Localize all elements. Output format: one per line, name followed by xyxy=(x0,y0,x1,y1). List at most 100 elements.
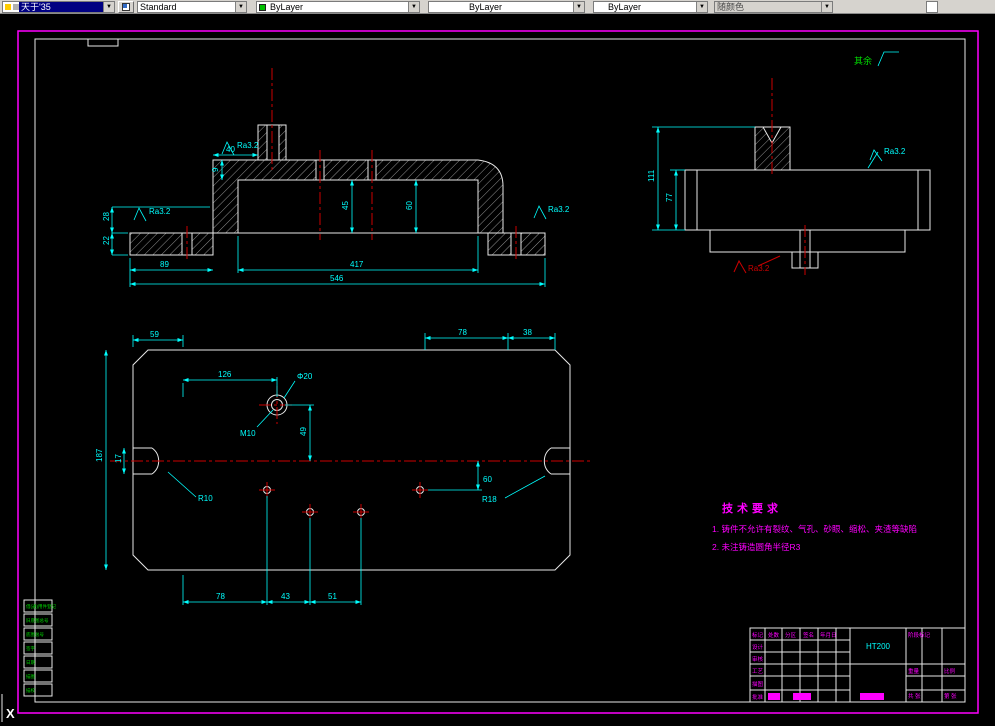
front-section-view: 417 546 89 22 28 40 9 45 60 Ra3.2 Ra3.2 … xyxy=(102,68,570,287)
cell-label: 共 张 xyxy=(908,692,921,700)
chevron-down-icon[interactable]: ▼ xyxy=(103,2,114,12)
plan-outline xyxy=(132,349,571,571)
linetype-dropdown[interactable]: ByLayer ▼ xyxy=(428,1,585,13)
dim-text: R18 xyxy=(482,495,497,504)
frame-label: 底图总号 xyxy=(26,631,44,638)
dim-text: M10 xyxy=(240,429,256,438)
cell-label: 标记 xyxy=(752,631,764,639)
linetype-value: ByLayer xyxy=(469,1,503,12)
cell-label: 重量 xyxy=(908,667,920,675)
dim-text: 111 xyxy=(647,169,656,182)
dim-text: 43 xyxy=(281,592,290,601)
plan-dimensions: 126 Φ20 M10 49 60 59 78 38 187 17 R10 R1… xyxy=(95,328,556,605)
frame-label: 借(通)用件登记 xyxy=(26,603,56,610)
cell-label: 处数 xyxy=(768,631,780,639)
roughness-text: Ra3.2 xyxy=(237,141,259,150)
lineweight-dropdown[interactable]: ByLayer ▼ xyxy=(593,1,708,13)
lineweight-value: ByLayer xyxy=(608,1,642,12)
dim-text: 77 xyxy=(665,193,674,202)
dim-text: 78 xyxy=(458,328,467,337)
ucs-x-axis-label: X xyxy=(6,706,15,721)
frame-label: 签字 xyxy=(26,645,35,651)
cell-label: 审核 xyxy=(752,655,764,663)
cell-label: 分区 xyxy=(785,631,797,639)
frame-label: 旧底图总号 xyxy=(26,617,49,624)
dim-text: 17 xyxy=(114,454,123,463)
text-style-value: Standard xyxy=(140,1,177,12)
chevron-down-icon[interactable]: ▼ xyxy=(696,2,707,12)
dim-text: 60 xyxy=(483,475,492,484)
cell-label: 批准 xyxy=(752,693,764,701)
material-label: HT200 xyxy=(866,642,891,651)
ucs-icon: X xyxy=(1,694,15,722)
cad-application-window: 天于'35 ▼ Standard ▼ ByLayer ▼ ByLayer ▼ B… xyxy=(0,0,995,726)
roughness-text: Ra3.2 xyxy=(149,207,171,216)
toolbar-partial-control[interactable] xyxy=(926,1,938,13)
tech-req-item: 2. 未注铸造圆角半径R3 xyxy=(712,542,801,552)
roughness-text: Ra3.2 xyxy=(884,147,906,156)
roughness-symbol-icon xyxy=(533,205,547,220)
chevron-down-icon[interactable]: ▼ xyxy=(235,2,246,12)
dim-text: 78 xyxy=(216,592,225,601)
text-style-dropdown[interactable]: Standard ▼ xyxy=(137,1,247,13)
roughness-symbol-icon xyxy=(877,51,899,67)
layer-dropdown[interactable]: 天于'35 ▼ xyxy=(2,1,115,13)
dim-text: 187 xyxy=(95,448,104,462)
side-view: 111 77 Ra3.2 Ra3.2 xyxy=(647,78,931,275)
frame-label: 描图 xyxy=(26,673,35,680)
surface-roughness-note: 其余 xyxy=(854,51,899,67)
title-block-grid xyxy=(749,627,966,703)
cell-label: 阶段标记 xyxy=(908,631,931,639)
dim-text: Φ20 xyxy=(297,372,313,381)
dim-text: 38 xyxy=(523,328,532,337)
dim-text: 9 xyxy=(211,167,220,172)
chevron-down-icon: ▼ xyxy=(821,2,832,12)
tech-req-item: 1. 铸件不允许有裂纹、气孔、砂眼、缩松、夹渣等缺陷 xyxy=(712,524,917,534)
surface-note-text: 其余 xyxy=(854,55,872,66)
cell-label: 比例 xyxy=(944,667,956,675)
side-dimensions: 111 77 xyxy=(647,126,755,231)
dim-text: 49 xyxy=(299,427,308,436)
color-dropdown[interactable]: ByLayer ▼ xyxy=(256,1,420,13)
title-block: HT200 标记 处数 分区 签名 年月日 设计 审核 工艺 描图 批准 阶段标… xyxy=(749,627,966,703)
chevron-down-icon[interactable]: ▼ xyxy=(408,2,419,12)
frame-left-labels: 借(通)用件登记 旧底图总号 底图总号 签字 日期 描图 描校 xyxy=(23,599,56,697)
layer-bulb-icon xyxy=(5,4,11,10)
dim-text: 45 xyxy=(341,201,350,210)
plotstyle-dropdown: 随颜色 ▼ xyxy=(714,1,833,13)
layer-sheet-icon xyxy=(122,3,130,11)
model-space-canvas[interactable]: 借(通)用件登记 旧底图总号 底图总号 签字 日期 描图 描校 其余 417 5… xyxy=(0,14,995,726)
drawing-svg: 借(通)用件登记 旧底图总号 底图总号 签字 日期 描图 描校 其余 417 5… xyxy=(1,30,979,722)
roughness-text: Ra3.2 xyxy=(548,205,570,214)
cell-label: 年月日 xyxy=(820,631,837,639)
frame-label: 描校 xyxy=(26,687,35,694)
color-swatch-icon xyxy=(259,3,266,11)
layer-dropdown-value: 天于'35 xyxy=(19,2,103,12)
dim-text: 28 xyxy=(102,212,111,221)
cell-label: 工艺 xyxy=(752,668,764,675)
tech-requirements: 技术要求 1. 铸件不允许有裂纹、气孔、砂眼、缩松、夹渣等缺陷 2. 未注铸造圆… xyxy=(712,501,917,552)
dim-text: 60 xyxy=(405,201,414,210)
dim-text: 546 xyxy=(330,274,344,283)
tech-req-title: 技术要求 xyxy=(722,501,782,515)
roughness-text: Ra3.2 xyxy=(748,264,770,273)
dim-text: 89 xyxy=(160,260,169,269)
make-layer-current-button[interactable] xyxy=(118,1,134,13)
dim-text: 417 xyxy=(350,260,364,269)
properties-toolbar: 天于'35 ▼ Standard ▼ ByLayer ▼ ByLayer ▼ B… xyxy=(0,0,995,14)
roughness-symbol-icon xyxy=(733,259,747,274)
dim-text: 59 xyxy=(150,330,159,339)
plan-centerlines xyxy=(110,386,593,520)
roughness-symbol-icon xyxy=(133,207,147,222)
dim-text: R10 xyxy=(198,494,213,503)
cell-label: 设计 xyxy=(752,643,764,651)
dim-text: 126 xyxy=(218,370,232,379)
title-block-filled-cells xyxy=(768,693,884,700)
cell-label: 签名 xyxy=(803,631,814,639)
plotstyle-value: 随颜色 xyxy=(717,1,745,12)
plan-view: 126 Φ20 M10 49 60 59 78 38 187 17 R10 R1… xyxy=(95,328,593,605)
frame-label: 日期 xyxy=(26,660,35,666)
cell-label: 描图 xyxy=(752,680,764,688)
color-value: ByLayer xyxy=(270,1,304,12)
chevron-down-icon[interactable]: ▼ xyxy=(573,2,584,12)
